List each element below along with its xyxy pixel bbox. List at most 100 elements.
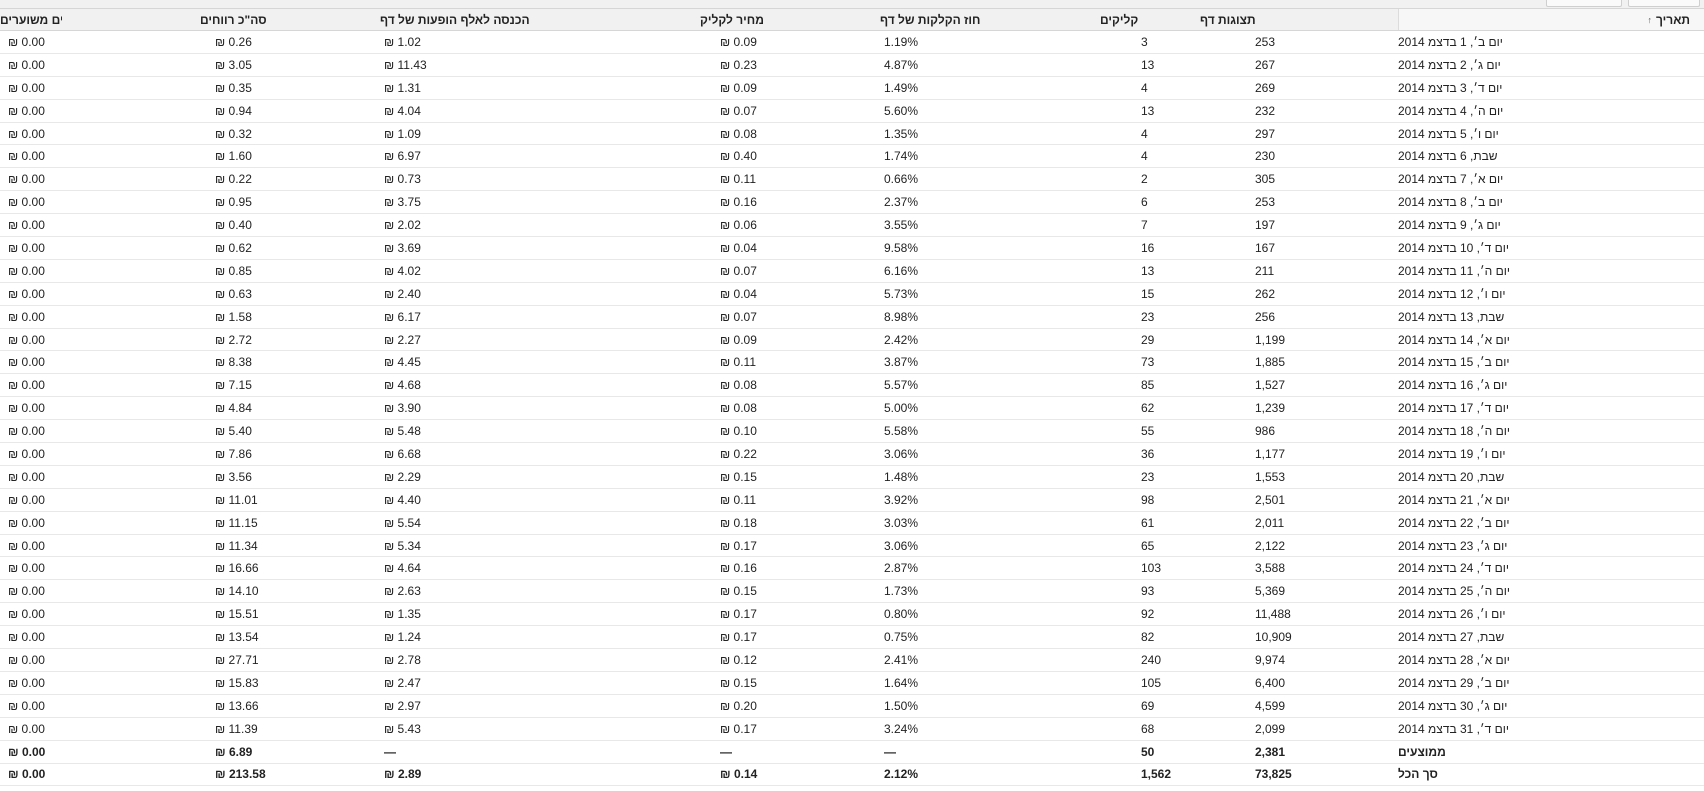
cell-earnings: ₪ 7.86 (215, 446, 252, 461)
toolbar-tab[interactable] (1546, 0, 1622, 7)
column-header-date[interactable]: תאריך ↑ (1398, 9, 1704, 30)
table-row: יום ג׳, 30 בדצמ 2014 4,599 69 1.50% ₪ 0.20 ₪ … (0, 695, 1704, 718)
cell-clicks: 105 (1141, 675, 1162, 690)
totals-row: סך הכל 73,825 1,562 2.12% ₪ 0.14 ₪ 2.89 … (0, 764, 1704, 787)
cell-cpc: ₪ 0.07 (720, 309, 757, 324)
column-header-page-rpm[interactable]: הכנסה לאלף הופעות של דף (380, 9, 560, 30)
column-header-estimated-earnings[interactable]: רווחים משוערים (0, 9, 62, 30)
cell-earnings: ₪ 11.15 (215, 515, 258, 530)
cell-estimated-earnings: ₪ 0.00 (8, 309, 45, 324)
cell-earnings: ₪ 0.63 (215, 286, 252, 301)
cell-page-views: 4,599 (1255, 698, 1286, 713)
column-header-earnings[interactable]: סה"כ רווחים (200, 9, 280, 30)
cell-estimated-earnings: ₪ 0.00 (8, 286, 45, 301)
table-row: יום ו׳, 12 בדצמ 2014 262 15 5.73% ₪ 0.04 ₪ 2.… (0, 283, 1704, 306)
cell-date: שבת, 13 בדצמ 2014 (1398, 309, 1505, 324)
cell-page-ctr: 3.06% (884, 538, 919, 553)
cell-estimated-earnings: ₪ 0.00 (8, 561, 45, 576)
cell-clicks: 85 (1141, 378, 1155, 393)
cell-page-rpm: ₪ 0.73 (384, 172, 421, 187)
cell-cpc: ₪ 0.20 (720, 698, 757, 713)
cell-cpc: ₪ 0.17 (720, 607, 757, 622)
cell-cpc: ₪ 0.17 (720, 630, 757, 645)
cell-page-rpm: ₪ 2.27 (384, 332, 421, 347)
cell-earnings: ₪ 7.15 (215, 378, 252, 393)
cell-date: יום ו׳, 19 בדצמ 2014 (1398, 446, 1506, 461)
cell-page-rpm: ₪ 5.54 (384, 515, 421, 530)
column-header-page-ctr[interactable]: אחוז הקלקות של דף (880, 9, 980, 30)
column-header-page-views[interactable]: תצוגות דף (1200, 9, 1308, 30)
cell-date: יום ד׳, 10 בדצמ 2014 (1398, 240, 1509, 255)
cell-estimated-earnings: ₪ 0.00 (8, 332, 45, 347)
cell-estimated-earnings: ₪ 0.00 (8, 538, 45, 553)
cell-page-rpm: ₪ 4.40 (384, 492, 421, 507)
table-row: שבת, 13 בדצמ 2014 256 23 8.98% ₪ 0.07 ₪ 6.17 ₪… (0, 306, 1704, 329)
cell-clicks: 4 (1141, 149, 1148, 164)
toolbar-tab[interactable] (1628, 0, 1700, 7)
cell-page-ctr: 0.80% (884, 607, 919, 622)
cell-page-rpm: ₪ 1.31 (384, 80, 421, 95)
cell-date: יום א׳, 7 בדצמ 2014 (1398, 172, 1504, 187)
cell-page-ctr: 2.87% (884, 561, 919, 576)
cell-cpc: ₪ 0.09 (720, 80, 757, 95)
cell-earnings: ₪ 0.94 (215, 103, 252, 118)
cell-page-views: 6,400 (1255, 675, 1286, 690)
cell-page-views: 2,501 (1255, 492, 1286, 507)
cell-earnings: ₪ 3.56 (215, 469, 252, 484)
cell-date: יום ה׳, 11 בדצמ 2014 (1398, 263, 1510, 278)
cell-clicks: 13 (1141, 103, 1155, 118)
cell-cpc: ₪ 0.18 (720, 515, 757, 530)
table-row: יום ה׳, 25 בדצמ 2014 5,369 93 1.73% ₪ 0.15 ₪ … (0, 580, 1704, 604)
column-header-date-label: תאריך (1655, 12, 1690, 27)
cell-earnings: ₪ 8.38 (215, 355, 252, 370)
cell-page-ctr: 5.00% (884, 401, 919, 416)
averages-page-views: 2,381 (1255, 744, 1286, 759)
cell-clicks: 62 (1141, 401, 1155, 416)
totals-estimated-earnings: ₪ 0.00 (8, 767, 46, 782)
cell-earnings: ₪ 15.83 (215, 675, 259, 690)
cell-date: יום ה׳, 18 בדצמ 2014 (1398, 424, 1510, 439)
cell-page-rpm: ₪ 2.78 (384, 652, 421, 667)
cell-page-ctr: 1.64% (884, 675, 919, 690)
cell-cpc: ₪ 0.16 (720, 195, 757, 210)
table-row: יום ג׳, 16 בדצמ 2014 1,527 85 5.57% ₪ 0.08 ₪ … (0, 374, 1704, 398)
cell-date: יום ד׳, 31 בדצמ 2014 (1398, 721, 1509, 736)
cell-page-ctr: 3.03% (884, 515, 919, 530)
cell-estimated-earnings: ₪ 0.00 (8, 218, 45, 233)
cell-estimated-earnings: ₪ 0.00 (8, 698, 45, 713)
cell-earnings: ₪ 0.85 (215, 263, 252, 278)
cell-date: יום ד׳, 3 בדצמ 2014 (1398, 80, 1503, 95)
cell-clicks: 2 (1141, 172, 1148, 187)
cell-estimated-earnings: ₪ 0.00 (8, 149, 45, 164)
cell-cpc: ₪ 0.04 (720, 240, 757, 255)
cell-page-rpm: ₪ 3.75 (384, 195, 421, 210)
cell-earnings: ₪ 2.72 (215, 332, 252, 347)
cell-date: יום ב׳, 22 בדצמ 2014 (1398, 515, 1510, 530)
column-header-cpc[interactable]: מחיר לקליק (700, 9, 784, 30)
cell-page-ctr: 6.16% (884, 263, 919, 278)
cell-date: יום ד׳, 24 בדצמ 2014 (1398, 561, 1509, 576)
table-row: יום א׳, 14 בדצמ 2014 1,199 29 2.42% ₪ 0.09 ₪ … (0, 329, 1704, 352)
cell-cpc: ₪ 0.11 (720, 172, 756, 187)
cell-clicks: 69 (1141, 698, 1155, 713)
cell-earnings: ₪ 5.40 (215, 424, 252, 439)
cell-date: יום א׳, 14 בדצמ 2014 (1398, 332, 1510, 347)
report-table: תאריך ↑ תצוגות דף קליקים אחוז הקלקות של … (0, 9, 1704, 787)
cell-page-rpm: ₪ 6.97 (384, 149, 421, 164)
cell-cpc: ₪ 0.11 (720, 492, 756, 507)
column-header-clicks[interactable]: קליקים (1100, 9, 1176, 30)
cell-earnings: ₪ 27.71 (215, 652, 259, 667)
cell-earnings: ₪ 0.32 (215, 126, 252, 141)
totals-page-ctr: 2.12% (884, 767, 919, 782)
cell-page-views: 9,974 (1255, 652, 1286, 667)
cell-estimated-earnings: ₪ 0.00 (8, 401, 45, 416)
cell-date: יום ג׳, 23 בדצמ 2014 (1398, 538, 1508, 553)
cell-page-ctr: 4.87% (884, 57, 919, 72)
table-row: יום ה׳, 18 בדצמ 2014 986 55 5.58% ₪ 0.10 ₪ 5.… (0, 420, 1704, 444)
cell-page-rpm: ₪ 5.34 (384, 538, 421, 553)
table-row: יום ד׳, 10 בדצמ 2014 167 16 9.58% ₪ 0.04 ₪ 3.… (0, 237, 1704, 260)
cell-cpc: ₪ 0.16 (720, 561, 757, 576)
cell-page-views: 2,122 (1255, 538, 1286, 553)
cell-date: יום ב׳, 29 בדצמ 2014 (1398, 675, 1510, 690)
cell-page-ctr: 0.66% (884, 172, 919, 187)
